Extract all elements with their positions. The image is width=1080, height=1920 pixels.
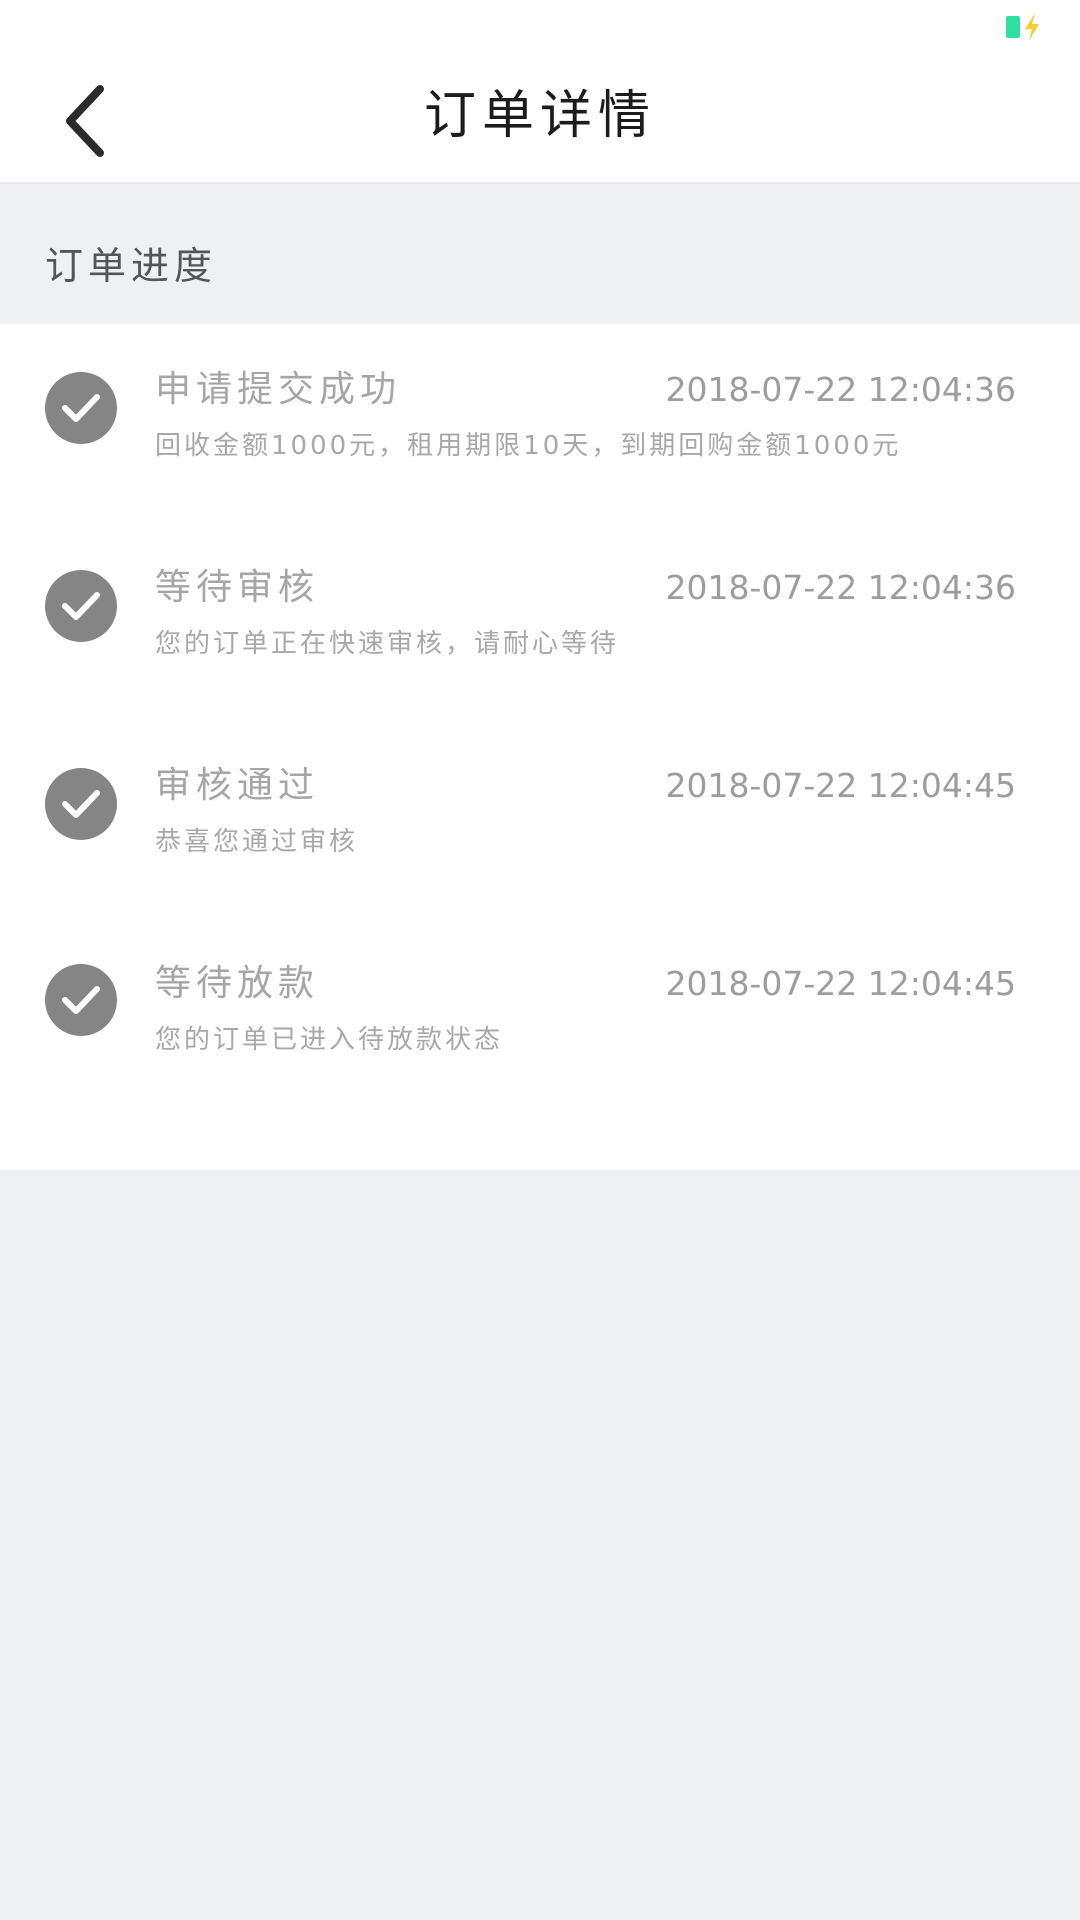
step-time: 2018-07-22 12:04:36 xyxy=(665,370,1016,409)
section-header: 订单进度 xyxy=(0,184,1080,324)
step-description: 回收金额1000元，租用期限10天，到期回购金额1000元 xyxy=(155,431,902,461)
step-description: 恭喜您通过审核 xyxy=(155,827,359,857)
navigation-bar: 订单详情 xyxy=(0,54,1080,184)
progress-step: 审核通过 2018-07-22 12:04:45 恭喜您通过审核 xyxy=(0,720,1080,918)
step-title: 申请提交成功 xyxy=(155,369,402,410)
page-title: 订单详情 xyxy=(423,86,656,146)
status-bar xyxy=(0,0,1080,54)
step-time: 2018-07-22 12:04:45 xyxy=(665,766,1016,805)
step-description: 您的订单已进入待放款状态 xyxy=(155,1025,504,1055)
check-circle-icon xyxy=(45,570,117,642)
step-description: 您的订单正在快速审核，请耐心等待 xyxy=(155,629,620,659)
step-title: 审核通过 xyxy=(155,765,320,806)
charging-bolt-icon xyxy=(1025,13,1039,41)
progress-step: 等待放款 2018-07-22 12:04:45 您的订单已进入待放款状态 xyxy=(0,918,1080,1116)
step-time: 2018-07-22 12:04:36 xyxy=(665,568,1016,607)
battery-icon xyxy=(1006,16,1020,38)
check-circle-icon xyxy=(45,964,117,1036)
section-title: 订单进度 xyxy=(45,244,218,288)
step-title: 等待审核 xyxy=(155,567,320,608)
check-circle-icon xyxy=(45,372,117,444)
step-title: 等待放款 xyxy=(155,963,320,1004)
progress-step: 等待审核 2018-07-22 12:04:36 您的订单正在快速审核，请耐心等… xyxy=(0,522,1080,720)
order-progress-list: 申请提交成功 2018-07-22 12:04:36 回收金额1000元，租用期… xyxy=(0,324,1080,1170)
step-time: 2018-07-22 12:04:45 xyxy=(665,964,1016,1003)
progress-step: 申请提交成功 2018-07-22 12:04:36 回收金额1000元，租用期… xyxy=(0,324,1080,522)
check-circle-icon xyxy=(45,768,117,840)
